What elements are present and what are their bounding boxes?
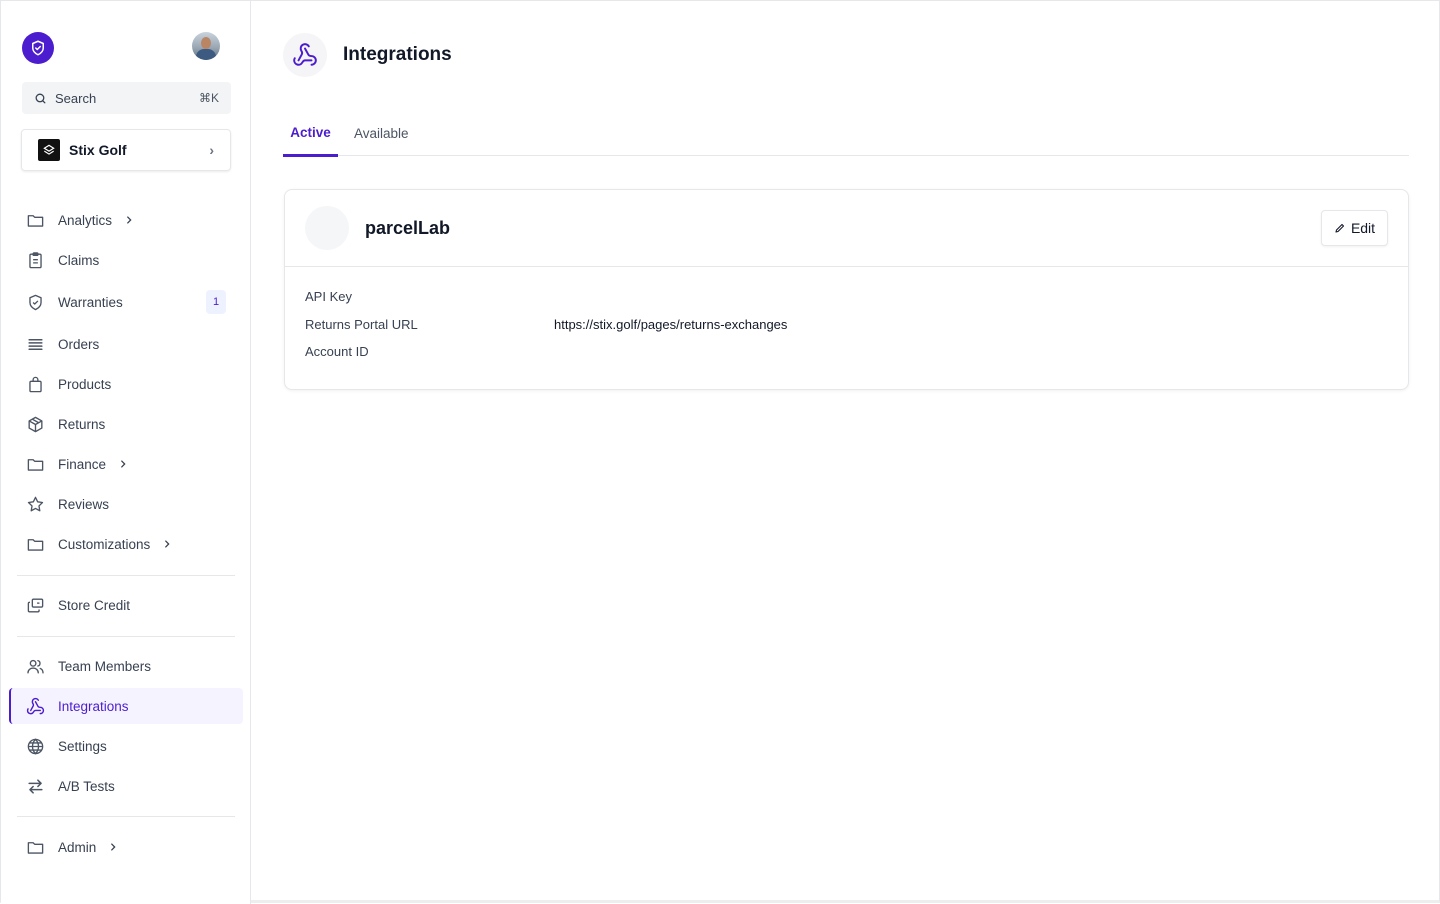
page-title: Integrations (343, 44, 452, 65)
api-key-label: API Key (305, 289, 352, 304)
search-input[interactable]: Search ⌘K (22, 82, 231, 114)
avatar-body (196, 49, 216, 60)
sidebar-item-admin[interactable]: Admin (9, 829, 243, 865)
app-logo[interactable] (22, 32, 54, 64)
avatar-head (201, 37, 211, 49)
chevron-right-icon: › (209, 142, 214, 158)
sidebar-item-label: Finance (58, 456, 107, 472)
pencil-icon (1334, 222, 1346, 234)
tab-available[interactable]: Available (354, 111, 409, 156)
store-logo-icon (38, 139, 60, 161)
main-content: Integrations Active Available parcelLab … (252, 1, 1439, 904)
search-icon (35, 93, 46, 103)
sidebar-item-store-credit[interactable]: Store Credit (9, 587, 243, 623)
sidebar-divider (17, 575, 235, 576)
search-shortcut: ⌘K (198, 91, 219, 105)
sidebar-item-products[interactable]: Products (9, 366, 243, 402)
folder-icon (26, 838, 45, 857)
sidebar-item-customizations[interactable]: Customizations (9, 526, 243, 562)
returns-portal-url-label: Returns Portal URL (305, 317, 418, 332)
stack-icon (26, 335, 45, 354)
sidebar-item-returns[interactable]: Returns (9, 406, 243, 442)
sidebar-item-ab-tests[interactable]: A/B Tests (9, 768, 243, 804)
sidebar-item-label: Orders (58, 336, 100, 352)
sidebar-item-label: Admin (58, 839, 97, 855)
chevron-right-icon (118, 459, 128, 469)
integration-card-header: parcelLab Edit (285, 190, 1408, 267)
sidebar-item-label: Integrations (58, 698, 129, 714)
sidebar-item-label: Store Credit (58, 597, 131, 613)
sidebar-item-claims[interactable]: Claims (9, 242, 243, 278)
shopping-bag-icon (26, 375, 45, 394)
folder-icon (26, 211, 45, 230)
sidebar-item-label: A/B Tests (58, 778, 115, 794)
shield-check-icon (26, 293, 45, 312)
shield-check-logo-icon (32, 40, 44, 56)
sidebar-item-team-members[interactable]: Team Members (9, 648, 243, 684)
store-switcher[interactable]: Stix Golf › (21, 129, 231, 171)
folder-icon (26, 535, 45, 554)
folder-icon (26, 455, 45, 474)
sidebar-item-integrations[interactable]: Integrations (9, 688, 243, 724)
sidebar: Search ⌘K Stix Golf › Analytics Claims W… (1, 1, 251, 904)
edit-button-label: Edit (1350, 220, 1376, 236)
sidebar-item-label: Reviews (58, 496, 110, 512)
sidebar-item-label: Returns (58, 416, 106, 432)
arrows-swap-icon (26, 777, 45, 796)
sidebar-item-orders[interactable]: Orders (9, 326, 243, 362)
sidebar-item-warranties[interactable]: Warranties 1 (9, 284, 243, 320)
returns-portal-url-value: https://stix.golf/pages/returns-exchange… (554, 317, 788, 332)
search-label: Search (55, 90, 97, 106)
sidebar-item-finance[interactable]: Finance (9, 446, 243, 482)
app-frame: Search ⌘K Stix Golf › Analytics Claims W… (0, 0, 1440, 904)
webhook-icon (26, 697, 45, 716)
store-name: Stix Golf (69, 142, 127, 158)
box-icon (26, 415, 45, 434)
edit-button[interactable]: Edit (1321, 210, 1388, 246)
sidebar-item-settings[interactable]: Settings (9, 728, 243, 764)
sidebar-item-label: Settings (58, 738, 107, 754)
integration-logo (305, 206, 349, 250)
clipboard-icon (26, 251, 45, 270)
chevron-right-icon (162, 539, 172, 549)
globe-icon (26, 737, 45, 756)
user-avatar[interactable] (192, 32, 220, 60)
sidebar-item-analytics[interactable]: Analytics (9, 202, 243, 238)
sidebar-item-label: Analytics (58, 212, 113, 228)
sidebar-item-label: Customizations (58, 536, 151, 552)
account-id-label: Account ID (305, 344, 369, 359)
credit-cards-icon (26, 596, 45, 615)
sidebar-divider (17, 816, 235, 817)
star-icon (26, 495, 45, 514)
sidebar-item-reviews[interactable]: Reviews (9, 486, 243, 522)
sidebar-item-label: Warranties (58, 294, 123, 310)
chevron-right-icon (108, 842, 118, 852)
webhook-icon (283, 33, 327, 77)
tab-bar: Active Available (283, 111, 1409, 157)
chevron-right-icon (124, 215, 134, 225)
integration-card: parcelLab Edit API Key Returns Portal UR… (284, 189, 1409, 390)
users-icon (26, 657, 45, 676)
sidebar-item-label: Claims (58, 252, 100, 268)
tab-active[interactable]: Active (283, 111, 338, 157)
sidebar-item-label: Team Members (58, 658, 152, 674)
warranties-count-badge: 1 (206, 290, 226, 314)
sidebar-item-label: Products (58, 376, 112, 392)
integration-name: parcelLab (365, 218, 451, 238)
sidebar-divider (17, 636, 235, 637)
